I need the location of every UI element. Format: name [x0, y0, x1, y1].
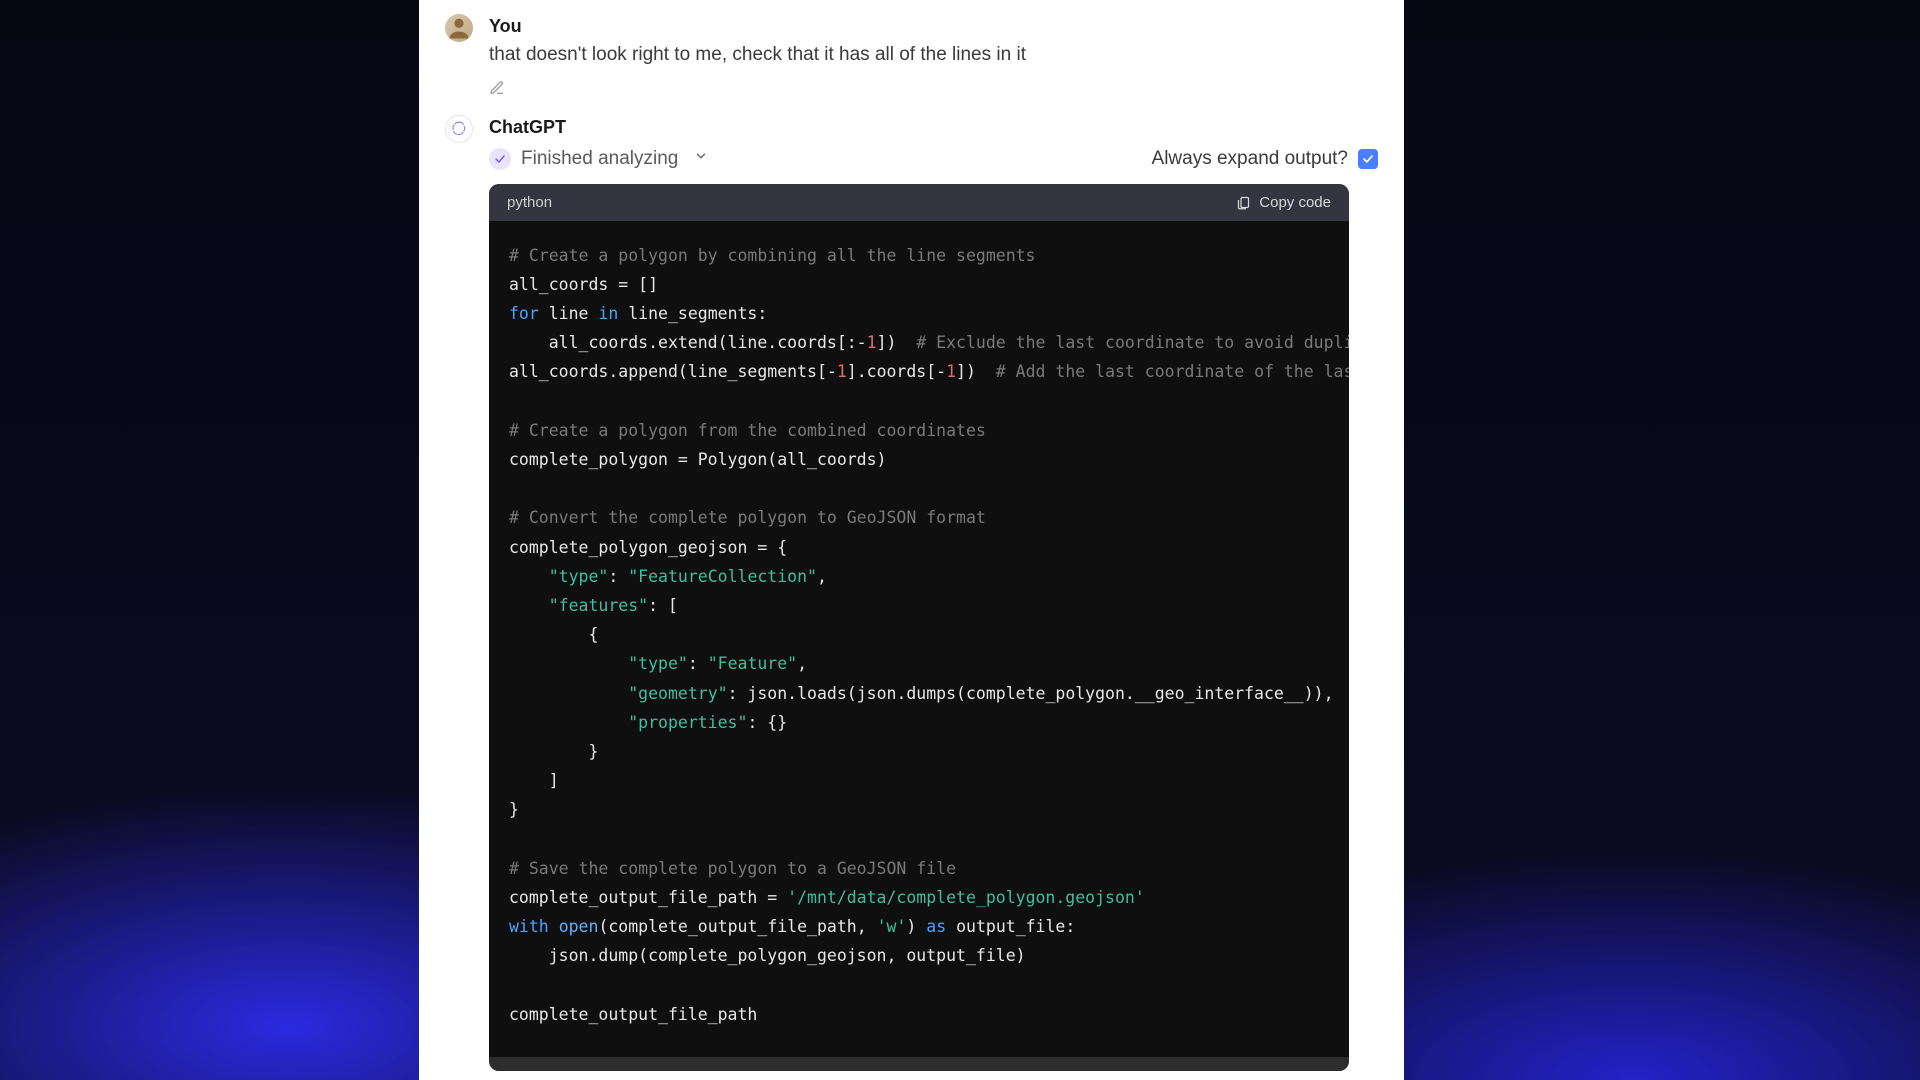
code-token: : [	[648, 596, 678, 615]
edit-message-button[interactable]	[489, 80, 1378, 101]
code-token: ])	[877, 333, 917, 352]
code-token: )	[906, 917, 926, 936]
copy-code-button[interactable]: Copy code	[1236, 194, 1331, 211]
user-message-body: You that doesn't look right to me, check…	[489, 14, 1378, 101]
code-token: all_coords.append(line_segments[-	[509, 362, 837, 381]
check-icon	[1361, 152, 1375, 166]
assistant-avatar	[445, 115, 473, 143]
code-line: }	[509, 742, 598, 761]
chevron-down-icon	[694, 149, 708, 168]
user-avatar	[445, 14, 473, 42]
code-token: "properties"	[628, 713, 747, 732]
analysis-status-row: Finished analyzing Always expand output?	[489, 148, 1378, 170]
code-token: ,	[817, 567, 827, 586]
assistant-message: ChatGPT Finished analyzing Always expand…	[419, 101, 1404, 1071]
code-token: '/mnt/data/complete_polygon.geojson'	[787, 888, 1145, 907]
code-line: complete_output_file_path	[509, 1005, 757, 1024]
code-token: (complete_output_file_path,	[598, 917, 876, 936]
code-content[interactable]: # Create a polygon by combining all the …	[489, 221, 1349, 1057]
code-token: ])	[956, 362, 996, 381]
code-token	[509, 684, 628, 703]
code-token: "type"	[549, 567, 609, 586]
code-token: 1	[867, 333, 877, 352]
person-icon	[445, 14, 473, 42]
code-token: as	[926, 917, 946, 936]
code-token: for	[509, 304, 539, 323]
code-token: complete_output_file_path =	[509, 888, 787, 907]
code-token: output_file:	[946, 917, 1075, 936]
expand-output-control: Always expand output?	[1152, 148, 1378, 170]
check-badge-icon	[489, 148, 511, 170]
code-line: # Create a polygon by combining all the …	[509, 246, 1036, 265]
code-token	[509, 596, 549, 615]
pencil-icon	[489, 80, 505, 96]
code-token: "geometry"	[628, 684, 727, 703]
code-token: 'w'	[877, 917, 907, 936]
code-token: "FeatureCollection"	[628, 567, 817, 586]
code-block-header: python Copy code	[489, 184, 1349, 221]
code-token: ,	[797, 654, 807, 673]
code-block: python Copy code # Create a polygon by c…	[489, 184, 1349, 1071]
chatgpt-logo-icon	[449, 119, 469, 139]
code-token: open	[559, 917, 599, 936]
code-token: :	[608, 567, 628, 586]
code-token: : json.loads(json.dumps(complete_polygon…	[728, 684, 1334, 703]
code-line: # Save the complete polygon to a GeoJSON…	[509, 859, 956, 878]
analysis-status-text: Finished analyzing	[521, 148, 678, 170]
code-token: in	[598, 304, 618, 323]
analysis-toggle[interactable]: Finished analyzing	[489, 148, 708, 170]
code-line: complete_polygon_geojson = {	[509, 538, 787, 557]
code-token	[509, 713, 628, 732]
code-line: {	[509, 625, 598, 644]
code-result-bar	[489, 1057, 1349, 1071]
copy-code-label: Copy code	[1259, 194, 1331, 211]
code-token: # Exclude the last coordinate to avoid d…	[916, 333, 1349, 352]
code-token	[509, 567, 549, 586]
code-token: "type"	[628, 654, 688, 673]
assistant-author-label: ChatGPT	[489, 117, 1378, 138]
expand-output-label: Always expand output?	[1152, 148, 1348, 170]
code-token: # Add the last coordinate of the las	[996, 362, 1349, 381]
code-token: ].coords[-	[847, 362, 946, 381]
assistant-message-body: ChatGPT Finished analyzing Always expand…	[489, 115, 1378, 1071]
user-message: You that doesn't look right to me, check…	[419, 0, 1404, 101]
clipboard-icon	[1236, 195, 1251, 210]
code-token: : {}	[747, 713, 787, 732]
code-line: ]	[509, 771, 559, 790]
code-line: complete_polygon = Polygon(all_coords)	[509, 450, 887, 469]
code-token: line	[539, 304, 599, 323]
code-line: # Create a polygon from the combined coo…	[509, 421, 986, 440]
code-token: line_segments:	[618, 304, 767, 323]
code-token	[509, 654, 628, 673]
code-line: }	[509, 800, 519, 819]
code-token: :	[688, 654, 708, 673]
code-line: # Convert the complete polygon to GeoJSO…	[509, 508, 986, 527]
code-token: all_coords.extend(line.coords[:-	[509, 333, 867, 352]
code-token: "features"	[549, 596, 648, 615]
code-language-label: python	[507, 194, 552, 211]
user-author-label: You	[489, 16, 1378, 37]
check-icon	[494, 153, 506, 165]
code-token: "Feature"	[708, 654, 797, 673]
code-token	[549, 917, 559, 936]
code-token: 1	[946, 362, 956, 381]
expand-output-checkbox[interactable]	[1358, 149, 1378, 169]
user-message-text: that doesn't look right to me, check tha…	[489, 41, 1378, 70]
code-line: json.dump(complete_polygon_geojson, outp…	[509, 946, 1026, 965]
code-token: with	[509, 917, 549, 936]
chat-panel: You that doesn't look right to me, check…	[419, 0, 1404, 1080]
code-line: all_coords = []	[509, 275, 658, 294]
code-token: 1	[837, 362, 847, 381]
